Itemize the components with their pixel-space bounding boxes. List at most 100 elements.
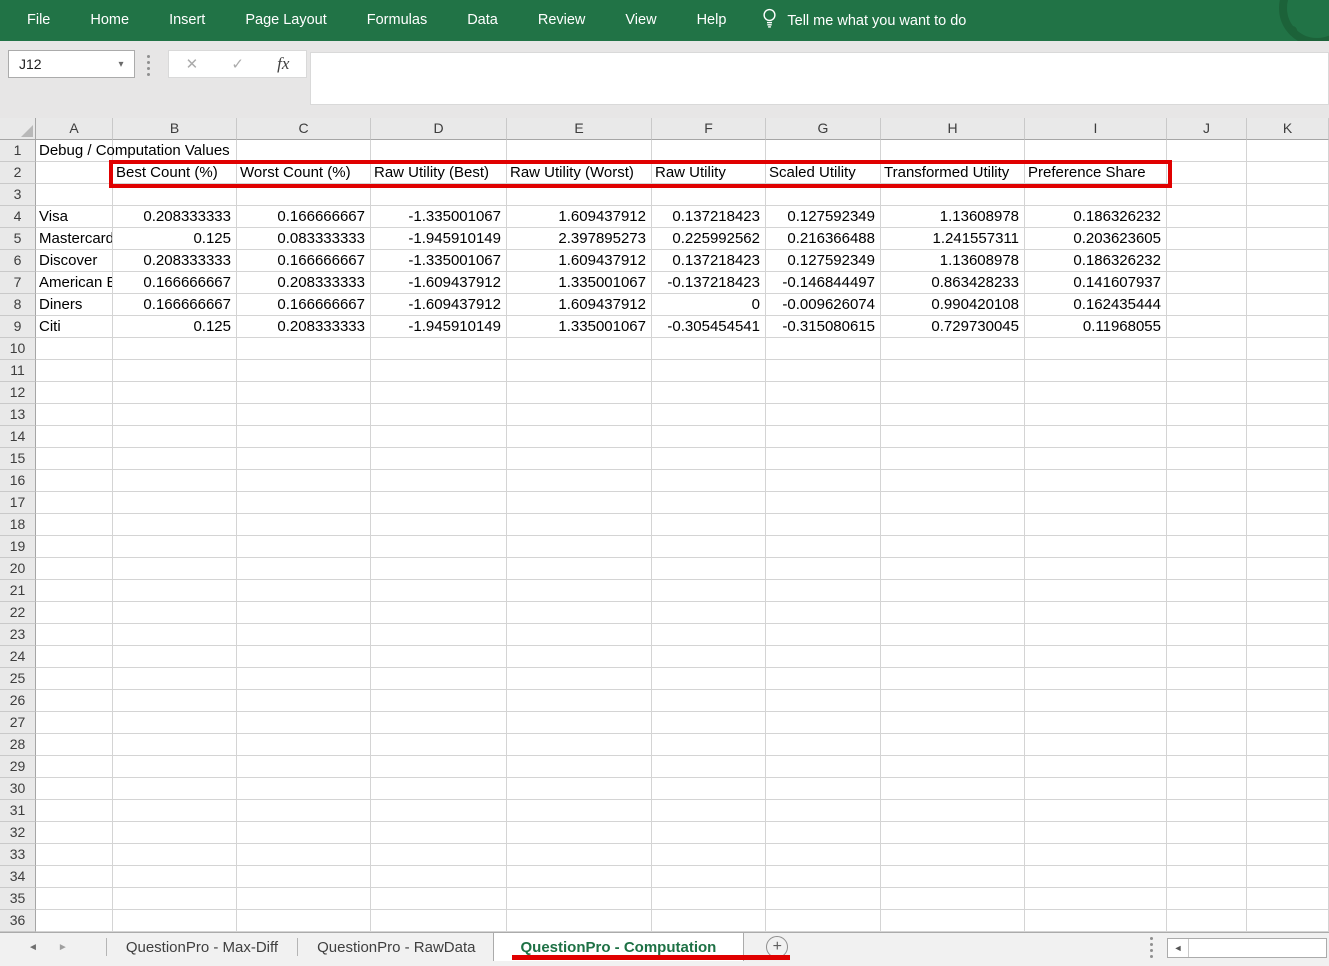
cell-D15[interactable] xyxy=(371,448,507,470)
cell-G23[interactable] xyxy=(766,624,881,646)
row-header-34[interactable]: 34 xyxy=(0,866,36,888)
insert-function-icon[interactable]: fx xyxy=(277,54,289,74)
cell-B10[interactable] xyxy=(113,338,237,360)
cell-A4[interactable]: Visa xyxy=(36,206,113,228)
row-header-11[interactable]: 11 xyxy=(0,360,36,382)
cell-K13[interactable] xyxy=(1247,404,1329,426)
cell-F36[interactable] xyxy=(652,910,766,932)
cell-G13[interactable] xyxy=(766,404,881,426)
cell-J24[interactable] xyxy=(1167,646,1247,668)
cell-F17[interactable] xyxy=(652,492,766,514)
cell-B26[interactable] xyxy=(113,690,237,712)
cell-D36[interactable] xyxy=(371,910,507,932)
cell-C6[interactable]: 0.166666667 xyxy=(237,250,371,272)
column-header-F[interactable]: F xyxy=(652,118,766,140)
cell-A11[interactable] xyxy=(36,360,113,382)
cell-D13[interactable] xyxy=(371,404,507,426)
cell-J28[interactable] xyxy=(1167,734,1247,756)
cell-J5[interactable] xyxy=(1167,228,1247,250)
cell-A21[interactable] xyxy=(36,580,113,602)
cell-F21[interactable] xyxy=(652,580,766,602)
cell-G19[interactable] xyxy=(766,536,881,558)
cell-K22[interactable] xyxy=(1247,602,1329,624)
cell-B13[interactable] xyxy=(113,404,237,426)
row-header-25[interactable]: 25 xyxy=(0,668,36,690)
ribbon-tab-data[interactable]: Data xyxy=(447,0,518,41)
cell-I9[interactable]: 0.11968055 xyxy=(1025,316,1167,338)
cell-F22[interactable] xyxy=(652,602,766,624)
cell-E17[interactable] xyxy=(507,492,652,514)
cell-B2[interactable]: Best Count (%) xyxy=(113,162,237,184)
cell-B33[interactable] xyxy=(113,844,237,866)
cell-J8[interactable] xyxy=(1167,294,1247,316)
cell-B29[interactable] xyxy=(113,756,237,778)
cell-D27[interactable] xyxy=(371,712,507,734)
horizontal-scrollbar[interactable]: ◄ xyxy=(1167,938,1327,958)
cell-A8[interactable]: Diners xyxy=(36,294,113,316)
cell-B19[interactable] xyxy=(113,536,237,558)
row-header-10[interactable]: 10 xyxy=(0,338,36,360)
cell-G11[interactable] xyxy=(766,360,881,382)
cell-I13[interactable] xyxy=(1025,404,1167,426)
cell-C4[interactable]: 0.166666667 xyxy=(237,206,371,228)
cell-D21[interactable] xyxy=(371,580,507,602)
cell-A24[interactable] xyxy=(36,646,113,668)
cell-K20[interactable] xyxy=(1247,558,1329,580)
cell-H17[interactable] xyxy=(881,492,1025,514)
cell-F12[interactable] xyxy=(652,382,766,404)
cell-D35[interactable] xyxy=(371,888,507,910)
cell-J6[interactable] xyxy=(1167,250,1247,272)
cell-C27[interactable] xyxy=(237,712,371,734)
cell-K34[interactable] xyxy=(1247,866,1329,888)
cell-H28[interactable] xyxy=(881,734,1025,756)
column-header-K[interactable]: K xyxy=(1247,118,1329,140)
cell-I24[interactable] xyxy=(1025,646,1167,668)
cell-I4[interactable]: 0.186326232 xyxy=(1025,206,1167,228)
cell-D23[interactable] xyxy=(371,624,507,646)
cell-B11[interactable] xyxy=(113,360,237,382)
cell-I32[interactable] xyxy=(1025,822,1167,844)
cell-A16[interactable] xyxy=(36,470,113,492)
cell-I18[interactable] xyxy=(1025,514,1167,536)
cell-E36[interactable] xyxy=(507,910,652,932)
cell-J11[interactable] xyxy=(1167,360,1247,382)
cell-J3[interactable] xyxy=(1167,184,1247,206)
row-header-24[interactable]: 24 xyxy=(0,646,36,668)
sheet-tab-maxdiff[interactable]: QuestionPro - Max-Diff xyxy=(109,933,295,961)
cell-B6[interactable]: 0.208333333 xyxy=(113,250,237,272)
cell-J14[interactable] xyxy=(1167,426,1247,448)
cell-D10[interactable] xyxy=(371,338,507,360)
cell-I14[interactable] xyxy=(1025,426,1167,448)
cell-B12[interactable] xyxy=(113,382,237,404)
cell-F25[interactable] xyxy=(652,668,766,690)
cell-B27[interactable] xyxy=(113,712,237,734)
cell-D1[interactable] xyxy=(371,140,507,162)
cell-I23[interactable] xyxy=(1025,624,1167,646)
cell-G32[interactable] xyxy=(766,822,881,844)
cell-I6[interactable]: 0.186326232 xyxy=(1025,250,1167,272)
cell-K2[interactable] xyxy=(1247,162,1329,184)
cell-D24[interactable] xyxy=(371,646,507,668)
cell-H22[interactable] xyxy=(881,602,1025,624)
cell-B21[interactable] xyxy=(113,580,237,602)
cell-G22[interactable] xyxy=(766,602,881,624)
cell-E2[interactable]: Raw Utility (Worst) xyxy=(507,162,652,184)
row-header-30[interactable]: 30 xyxy=(0,778,36,800)
cell-K9[interactable] xyxy=(1247,316,1329,338)
row-header-4[interactable]: 4 xyxy=(0,206,36,228)
cell-I17[interactable] xyxy=(1025,492,1167,514)
cell-H33[interactable] xyxy=(881,844,1025,866)
cell-J27[interactable] xyxy=(1167,712,1247,734)
enter-icon[interactable]: ✓ xyxy=(231,55,244,73)
cell-H24[interactable] xyxy=(881,646,1025,668)
cell-H1[interactable] xyxy=(881,140,1025,162)
cell-C8[interactable]: 0.166666667 xyxy=(237,294,371,316)
cell-E7[interactable]: 1.335001067 xyxy=(507,272,652,294)
column-header-E[interactable]: E xyxy=(507,118,652,140)
cell-H2[interactable]: Transformed Utility xyxy=(881,162,1025,184)
cell-C30[interactable] xyxy=(237,778,371,800)
cell-H9[interactable]: 0.729730045 xyxy=(881,316,1025,338)
sheet-tab-computation[interactable]: QuestionPro - Computation xyxy=(493,933,745,961)
ribbon-tab-view[interactable]: View xyxy=(605,0,676,41)
cell-K35[interactable] xyxy=(1247,888,1329,910)
